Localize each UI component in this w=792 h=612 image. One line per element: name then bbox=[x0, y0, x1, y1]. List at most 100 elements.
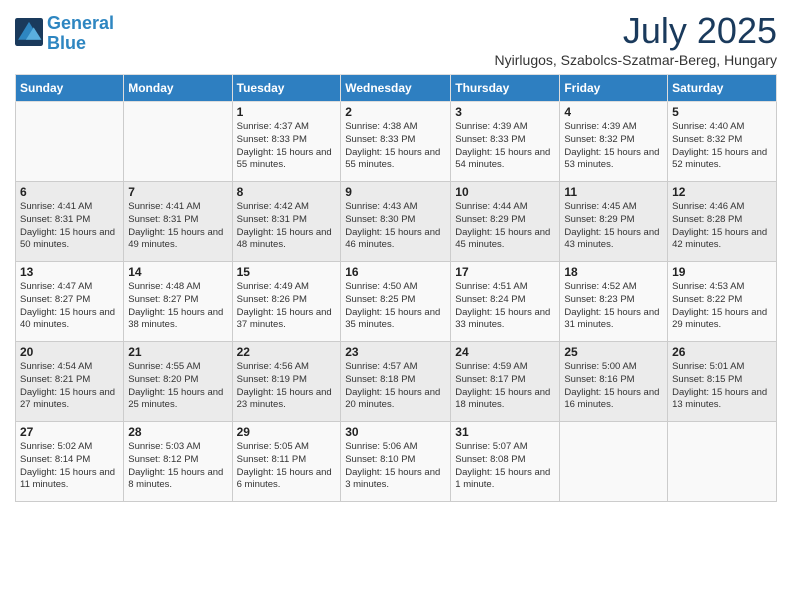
header-thursday: Thursday bbox=[451, 75, 560, 102]
cell-content: Sunrise: 4:38 AMSunset: 8:33 PMDaylight:… bbox=[345, 121, 446, 172]
calendar-cell: 11 Sunrise: 4:45 AMSunset: 8:29 PMDayligh… bbox=[560, 182, 668, 262]
cell-content: Sunrise: 4:37 AMSunset: 8:33 PMDaylight:… bbox=[237, 121, 337, 172]
cell-content: Sunrise: 4:53 AMSunset: 8:22 PMDaylight:… bbox=[672, 281, 772, 332]
cell-content: Sunrise: 4:48 AMSunset: 8:27 PMDaylight:… bbox=[128, 281, 227, 332]
day-number: 31 bbox=[455, 425, 555, 439]
cell-content: Sunrise: 4:47 AMSunset: 8:27 PMDaylight:… bbox=[20, 281, 119, 332]
cell-content: Sunrise: 5:07 AMSunset: 8:08 PMDaylight:… bbox=[455, 441, 555, 492]
calendar-cell: 25 Sunrise: 5:00 AMSunset: 8:16 PMDayligh… bbox=[560, 342, 668, 422]
day-number: 24 bbox=[455, 345, 555, 359]
cell-content: Sunrise: 5:01 AMSunset: 8:15 PMDaylight:… bbox=[672, 361, 772, 412]
cell-content: Sunrise: 4:52 AMSunset: 8:23 PMDaylight:… bbox=[564, 281, 663, 332]
cell-content: Sunrise: 4:50 AMSunset: 8:25 PMDaylight:… bbox=[345, 281, 446, 332]
calendar-cell: 27 Sunrise: 5:02 AMSunset: 8:14 PMDayligh… bbox=[16, 422, 124, 502]
cell-content: Sunrise: 4:39 AMSunset: 8:33 PMDaylight:… bbox=[455, 121, 555, 172]
calendar-cell: 16 Sunrise: 4:50 AMSunset: 8:25 PMDayligh… bbox=[341, 262, 451, 342]
day-number: 30 bbox=[345, 425, 446, 439]
calendar-cell: 3 Sunrise: 4:39 AMSunset: 8:33 PMDaylight… bbox=[451, 102, 560, 182]
cell-content: Sunrise: 4:45 AMSunset: 8:29 PMDaylight:… bbox=[564, 201, 663, 252]
day-number: 27 bbox=[20, 425, 119, 439]
calendar-cell: 19 Sunrise: 4:53 AMSunset: 8:22 PMDayligh… bbox=[668, 262, 777, 342]
cell-content: Sunrise: 4:54 AMSunset: 8:21 PMDaylight:… bbox=[20, 361, 119, 412]
day-number: 22 bbox=[237, 345, 337, 359]
day-number: 25 bbox=[564, 345, 663, 359]
calendar-cell: 17 Sunrise: 4:51 AMSunset: 8:24 PMDayligh… bbox=[451, 262, 560, 342]
calendar-cell: 23 Sunrise: 4:57 AMSunset: 8:18 PMDayligh… bbox=[341, 342, 451, 422]
logo-line1: General bbox=[47, 13, 114, 33]
calendar-cell: 14 Sunrise: 4:48 AMSunset: 8:27 PMDayligh… bbox=[124, 262, 232, 342]
day-number: 29 bbox=[237, 425, 337, 439]
day-number: 7 bbox=[128, 185, 227, 199]
header-tuesday: Tuesday bbox=[232, 75, 341, 102]
cell-content: Sunrise: 4:40 AMSunset: 8:32 PMDaylight:… bbox=[672, 121, 772, 172]
header-wednesday: Wednesday bbox=[341, 75, 451, 102]
calendar-cell bbox=[16, 102, 124, 182]
day-number: 9 bbox=[345, 185, 446, 199]
cell-content: Sunrise: 4:43 AMSunset: 8:30 PMDaylight:… bbox=[345, 201, 446, 252]
cell-content: Sunrise: 4:42 AMSunset: 8:31 PMDaylight:… bbox=[237, 201, 337, 252]
cell-content: Sunrise: 5:05 AMSunset: 8:11 PMDaylight:… bbox=[237, 441, 337, 492]
calendar-week-row: 13 Sunrise: 4:47 AMSunset: 8:27 PMDayligh… bbox=[16, 262, 777, 342]
day-number: 28 bbox=[128, 425, 227, 439]
header-sunday: Sunday bbox=[16, 75, 124, 102]
calendar-cell: 9 Sunrise: 4:43 AMSunset: 8:30 PMDaylight… bbox=[341, 182, 451, 262]
cell-content: Sunrise: 4:44 AMSunset: 8:29 PMDaylight:… bbox=[455, 201, 555, 252]
calendar-cell bbox=[668, 422, 777, 502]
calendar-cell: 4Sunrise: 4:39 AMSunset: 8:32 PMDaylight… bbox=[560, 102, 668, 182]
day-number: 18 bbox=[564, 265, 663, 279]
day-number: 19 bbox=[672, 265, 772, 279]
cell-content: Sunrise: 5:00 AMSunset: 8:16 PMDaylight:… bbox=[564, 361, 663, 412]
cell-content: Sunrise: 4:46 AMSunset: 8:28 PMDaylight:… bbox=[672, 201, 772, 252]
cell-content: Sunrise: 4:49 AMSunset: 8:26 PMDaylight:… bbox=[237, 281, 337, 332]
calendar-cell: 13 Sunrise: 4:47 AMSunset: 8:27 PMDayligh… bbox=[16, 262, 124, 342]
cell-content: Sunrise: 4:57 AMSunset: 8:18 PMDaylight:… bbox=[345, 361, 446, 412]
cell-content: Sunrise: 4:59 AMSunset: 8:17 PMDaylight:… bbox=[455, 361, 555, 412]
day-number: 20 bbox=[20, 345, 119, 359]
location: Nyirlugos, Szabolcs-Szatmar-Bereg, Hunga… bbox=[495, 52, 777, 68]
calendar-cell: 24 Sunrise: 4:59 AMSunset: 8:17 PMDayligh… bbox=[451, 342, 560, 422]
calendar-cell: 6Sunrise: 4:41 AMSunset: 8:31 PMDaylight… bbox=[16, 182, 124, 262]
calendar-cell: 26 Sunrise: 5:01 AMSunset: 8:15 PMDayligh… bbox=[668, 342, 777, 422]
day-number: 5 bbox=[672, 105, 772, 119]
day-number: 8 bbox=[237, 185, 337, 199]
month-title: July 2025 bbox=[495, 10, 777, 52]
calendar-week-row: 6Sunrise: 4:41 AMSunset: 8:31 PMDaylight… bbox=[16, 182, 777, 262]
cell-content: Sunrise: 4:39 AMSunset: 8:32 PMDaylight:… bbox=[564, 121, 663, 172]
day-number: 23 bbox=[345, 345, 446, 359]
day-number: 14 bbox=[128, 265, 227, 279]
calendar-cell bbox=[124, 102, 232, 182]
calendar-cell: 1Sunrise: 4:37 AMSunset: 8:33 PMDaylight… bbox=[232, 102, 341, 182]
calendar-cell: 28 Sunrise: 5:03 AMSunset: 8:12 PMDayligh… bbox=[124, 422, 232, 502]
calendar-cell: 5 Sunrise: 4:40 AMSunset: 8:32 PMDaylight… bbox=[668, 102, 777, 182]
calendar-cell: 2 Sunrise: 4:38 AMSunset: 8:33 PMDaylight… bbox=[341, 102, 451, 182]
day-number: 11 bbox=[564, 185, 663, 199]
calendar-week-row: 20 Sunrise: 4:54 AMSunset: 8:21 PMDayligh… bbox=[16, 342, 777, 422]
day-number: 12 bbox=[672, 185, 772, 199]
calendar-cell: 31 Sunrise: 5:07 AMSunset: 8:08 PMDayligh… bbox=[451, 422, 560, 502]
cell-content: Sunrise: 5:03 AMSunset: 8:12 PMDaylight:… bbox=[128, 441, 227, 492]
calendar-header-row: SundayMondayTuesdayWednesdayThursdayFrid… bbox=[16, 75, 777, 102]
calendar-cell bbox=[560, 422, 668, 502]
day-number: 26 bbox=[672, 345, 772, 359]
day-number: 2 bbox=[345, 105, 446, 119]
calendar-cell: 12 Sunrise: 4:46 AMSunset: 8:28 PMDayligh… bbox=[668, 182, 777, 262]
calendar-cell: 8 Sunrise: 4:42 AMSunset: 8:31 PMDaylight… bbox=[232, 182, 341, 262]
cell-content: Sunrise: 4:51 AMSunset: 8:24 PMDaylight:… bbox=[455, 281, 555, 332]
day-number: 17 bbox=[455, 265, 555, 279]
calendar-cell: 15 Sunrise: 4:49 AMSunset: 8:26 PMDayligh… bbox=[232, 262, 341, 342]
cell-content: Sunrise: 4:41 AMSunset: 8:31 PMDaylight:… bbox=[20, 201, 119, 252]
header-friday: Friday bbox=[560, 75, 668, 102]
logo: General Blue bbox=[15, 14, 114, 54]
day-number: 16 bbox=[345, 265, 446, 279]
calendar-cell: 10Sunrise: 4:44 AMSunset: 8:29 PMDayligh… bbox=[451, 182, 560, 262]
day-number: 3 bbox=[455, 105, 555, 119]
day-number: 15 bbox=[237, 265, 337, 279]
logo-icon bbox=[15, 18, 43, 46]
cell-content: Sunrise: 4:41 AMSunset: 8:31 PMDaylight:… bbox=[128, 201, 227, 252]
day-number: 13 bbox=[20, 265, 119, 279]
logo-line2: Blue bbox=[47, 33, 86, 53]
day-number: 21 bbox=[128, 345, 227, 359]
title-section: July 2025 Nyirlugos, Szabolcs-Szatmar-Be… bbox=[495, 10, 777, 68]
cell-content: Sunrise: 5:02 AMSunset: 8:14 PMDaylight:… bbox=[20, 441, 119, 492]
page-header: General Blue July 2025 Nyirlugos, Szabol… bbox=[15, 10, 777, 68]
